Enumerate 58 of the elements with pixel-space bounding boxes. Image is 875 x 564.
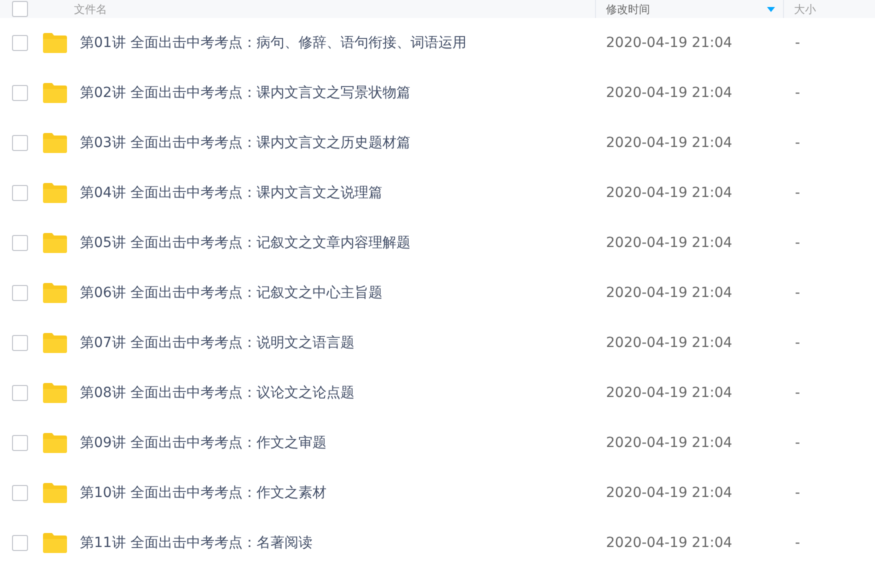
row-checkbox[interactable]: [12, 435, 28, 451]
file-size: -: [794, 85, 802, 101]
folder-icon: [42, 232, 68, 254]
file-size: -: [794, 135, 802, 151]
row-checkbox[interactable]: [12, 85, 28, 101]
folder-icon: [42, 82, 68, 104]
folder-icon: [42, 332, 68, 354]
modified-time: 2020-04-19 21:04: [605, 185, 734, 201]
file-size: -: [794, 235, 802, 251]
file-name[interactable]: 第01讲 全面出击中考考点：病句、修辞、语句衔接、词语运用: [80, 34, 466, 52]
folder-icon: [42, 382, 68, 404]
select-all-checkbox[interactable]: [12, 1, 28, 17]
modified-time: 2020-04-19 21:04: [605, 435, 734, 451]
column-header[interactable]: 修改时间: [606, 2, 650, 16]
modified-time: 2020-04-19 21:04: [605, 35, 734, 51]
modified-time: 2020-04-19 21:04: [605, 135, 734, 151]
file-name[interactable]: 第09讲 全面出击中考考点：作文之审题: [80, 434, 326, 452]
folder-icon: [42, 482, 68, 504]
row-checkbox[interactable]: [12, 335, 28, 351]
folder-icon: [42, 32, 68, 54]
modified-time: 2020-04-19 21:04: [605, 485, 734, 501]
file-name[interactable]: 第10讲 全面出击中考考点：作文之素材: [80, 484, 326, 502]
file-name[interactable]: 第02讲 全面出击中考考点：课内文言文之写景状物篇: [80, 84, 410, 102]
file-size: -: [794, 335, 802, 351]
file-size: -: [794, 185, 802, 201]
file-name[interactable]: 第05讲 全面出击中考考点：记叙文之文章内容理解题: [80, 234, 410, 252]
folder-icon: [42, 182, 68, 204]
file-size: -: [794, 385, 802, 401]
folder-icon: [42, 432, 68, 454]
file-size: -: [794, 35, 802, 51]
modified-time: 2020-04-19 21:04: [605, 535, 734, 551]
row-checkbox[interactable]: [12, 35, 28, 51]
sort-arrow-icon[interactable]: [767, 6, 775, 12]
file-size: -: [794, 285, 802, 301]
file-size: -: [794, 435, 802, 451]
row-checkbox[interactable]: [12, 235, 28, 251]
file-name[interactable]: 第08讲 全面出击中考考点：议论文之论点题: [80, 384, 354, 402]
file-name[interactable]: 第07讲 全面出击中考考点：说明文之语言题: [80, 334, 354, 352]
folder-icon: [42, 282, 68, 304]
modified-time: 2020-04-19 21:04: [605, 235, 734, 251]
modified-time: 2020-04-19 21:04: [605, 335, 734, 351]
file-size: -: [794, 535, 802, 551]
modified-time: 2020-04-19 21:04: [605, 85, 734, 101]
file-name[interactable]: 第04讲 全面出击中考考点：课内文言文之说理篇: [80, 184, 382, 202]
modified-time: 2020-04-19 21:04: [605, 285, 734, 301]
file-size: -: [794, 485, 802, 501]
row-checkbox[interactable]: [12, 285, 28, 301]
row-checkbox[interactable]: [12, 485, 28, 501]
row-checkbox[interactable]: [12, 385, 28, 401]
row-checkbox[interactable]: [12, 135, 28, 151]
row-checkbox[interactable]: [12, 535, 28, 551]
file-name[interactable]: 第11讲 全面出击中考考点：名著阅读: [80, 534, 312, 552]
folder-icon: [42, 132, 68, 154]
modified-time: 2020-04-19 21:04: [605, 385, 734, 401]
file-name[interactable]: 第03讲 全面出击中考考点：课内文言文之历史题材篇: [80, 134, 410, 152]
folder-icon: [42, 532, 68, 554]
row-checkbox[interactable]: [12, 185, 28, 201]
file-name[interactable]: 第06讲 全面出击中考考点：记叙文之中心主旨题: [80, 284, 382, 302]
